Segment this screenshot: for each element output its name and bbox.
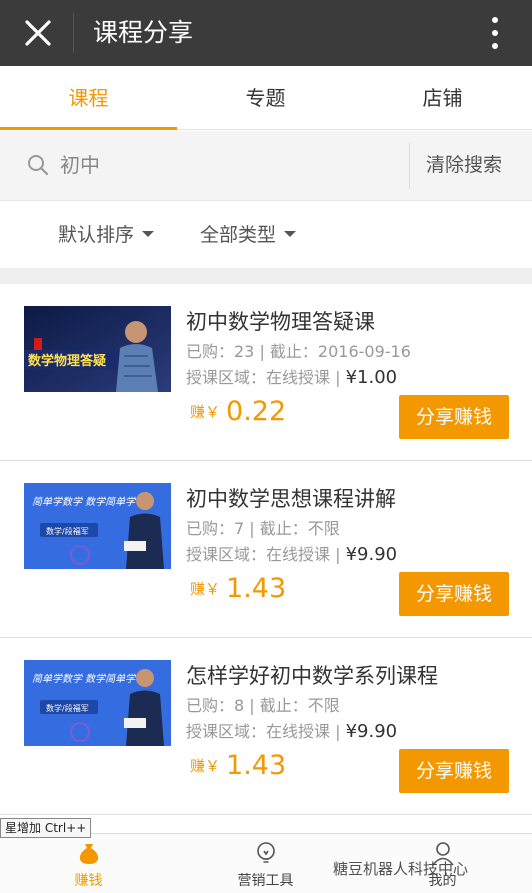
region-text: 授课区域：在线授课 |: [186, 545, 346, 564]
earn-label: 赚￥: [190, 403, 221, 421]
thumbnail-subcaption: 数学/段福军: [46, 703, 89, 713]
page-title: 课程分享: [93, 18, 194, 47]
type-label: 全部类型: [200, 224, 277, 246]
nav-label: 赚钱: [74, 873, 103, 889]
course-thumbnail[interactable]: 简单学数学 数学简单学 数学/段福军: [24, 660, 171, 746]
sort-label: 默认排序: [58, 224, 135, 246]
course-region: 授课区域：在线授课 | ¥9.90: [186, 720, 397, 744]
list-item[interactable]: 简单学数学 数学简单学 数学/段福军 怎样学好初中数学系列课程 已购：8 | 截…: [0, 638, 532, 815]
earn-amount: 赚￥ 0.22: [190, 396, 286, 427]
course-title: 初中数学思想课程讲解: [186, 487, 396, 511]
course-thumbnail[interactable]: 数学物理答疑: [24, 306, 171, 392]
clear-search-button[interactable]: 清除搜索: [426, 149, 502, 181]
thumbnail-caption: 数学物理答疑: [28, 353, 106, 369]
earn-label: 赚￥: [190, 757, 221, 775]
course-price: ¥1.00: [345, 367, 398, 388]
list-item[interactable]: 数学物理答疑 初中数学物理答疑课 已购：23 | 截止：2016-09-16 授…: [0, 284, 532, 461]
earn-label: 赚￥: [190, 580, 221, 598]
search-divider: [409, 143, 410, 189]
course-title: 怎样学好初中数学系列课程: [186, 664, 438, 688]
top-bar: 课程分享: [0, 0, 532, 66]
type-dropdown[interactable]: 全部类型: [200, 219, 297, 251]
zoom-tooltip: 星增加 Ctrl++: [0, 818, 92, 838]
earn-value: 1.43: [226, 750, 287, 781]
tab-courses[interactable]: 课程: [0, 66, 177, 130]
search-bar: 初中 清除搜索: [0, 131, 532, 201]
watermark: 糖豆机器人科技中心: [333, 860, 469, 878]
active-tab-indicator: [0, 127, 177, 130]
nav-marketing-tools[interactable]: 营销工具: [177, 834, 354, 893]
list-item[interactable]: 简单学数学 数学简单学 数学/段福军 初中数学思想课程讲解 已购：7 | 截止：…: [0, 461, 532, 638]
share-earn-button[interactable]: 分享赚钱: [399, 572, 509, 616]
course-thumbnail[interactable]: 简单学数学 数学简单学 数学/段福军: [24, 483, 171, 569]
course-meta: 已购：8 | 截止：不限: [186, 696, 340, 715]
nav-earn[interactable]: 赚钱: [0, 834, 177, 893]
earn-value: 0.22: [226, 396, 287, 427]
course-title: 初中数学物理答疑课: [186, 310, 375, 334]
course-price: ¥9.90: [345, 544, 398, 565]
lightbulb-icon: [253, 840, 279, 866]
search-input[interactable]: 初中: [60, 149, 100, 181]
thumbnail-caption: 简单学数学 数学简单学: [32, 496, 136, 508]
money-bag-icon: [76, 840, 102, 866]
region-text: 授课区域：在线授课 |: [186, 722, 346, 741]
course-meta: 已购：23 | 截止：2016-09-16: [186, 342, 411, 361]
course-region: 授课区域：在线授课 | ¥1.00: [186, 366, 397, 390]
thumbnail-subcaption: 数学/段福军: [46, 526, 89, 536]
tab-shops[interactable]: 店铺: [354, 66, 531, 130]
header-divider: [73, 13, 74, 53]
close-icon[interactable]: [18, 14, 58, 52]
caret-down-icon: [284, 231, 297, 237]
sort-dropdown[interactable]: 默认排序: [58, 219, 155, 251]
earn-amount: 赚￥ 1.43: [190, 750, 286, 781]
share-earn-button[interactable]: 分享赚钱: [399, 395, 509, 439]
course-price: ¥9.90: [345, 721, 398, 742]
filter-bar: 默认排序 全部类型: [0, 202, 532, 268]
caret-down-icon: [142, 231, 155, 237]
course-region: 授课区域：在线授课 | ¥9.90: [186, 543, 397, 567]
course-meta: 已购：7 | 截止：不限: [186, 519, 340, 538]
tab-topics[interactable]: 专题: [177, 66, 354, 130]
more-vertical-icon[interactable]: [480, 14, 510, 52]
thumbnail-caption: 简单学数学 数学简单学: [32, 673, 136, 685]
search-icon: [26, 153, 50, 177]
tab-bar: 课程 专题 店铺: [0, 66, 532, 130]
earn-value: 1.43: [226, 573, 287, 604]
share-earn-button[interactable]: 分享赚钱: [399, 749, 509, 793]
nav-label: 营销工具: [237, 873, 294, 889]
region-text: 授课区域：在线授课 |: [186, 368, 346, 387]
section-gap: [0, 268, 532, 284]
earn-amount: 赚￥ 1.43: [190, 573, 286, 604]
